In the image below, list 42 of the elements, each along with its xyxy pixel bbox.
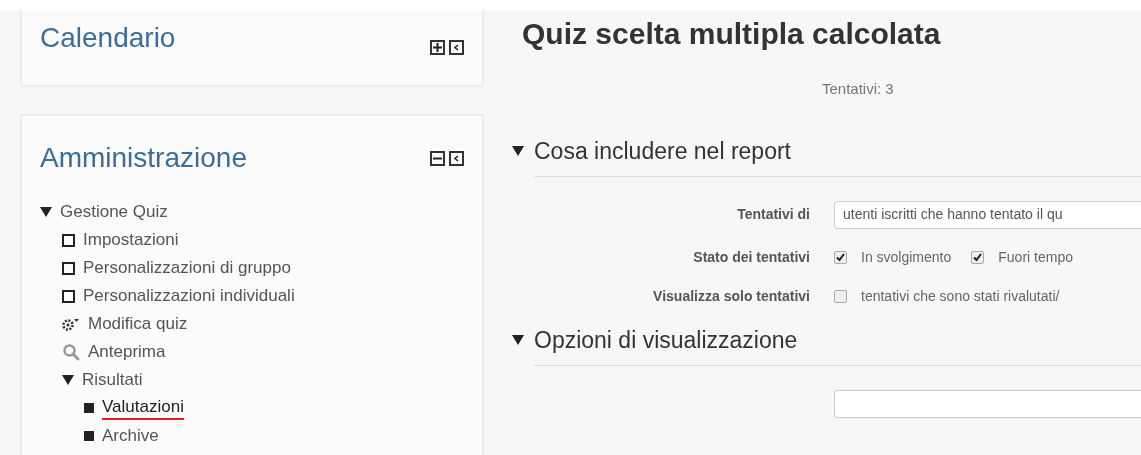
checkmark-icon	[973, 252, 983, 262]
field-label: Stato dei tentativi	[693, 247, 810, 267]
gear-icon	[62, 317, 80, 331]
page-title: Quiz scelta multipla calcolata	[522, 16, 942, 52]
collapse-button[interactable]	[430, 150, 445, 166]
expand-button[interactable]	[430, 40, 445, 55]
tree-item[interactable]: Modifica quiz	[88, 313, 188, 335]
checkbox-label: Fuori tempo	[998, 247, 1073, 267]
chevron-left-icon	[453, 44, 460, 51]
attempts-count: Tentativi: 3	[822, 79, 895, 99]
checkbox[interactable]	[834, 250, 847, 264]
tree-item[interactable]: Personalizzazioni di gruppo	[83, 257, 291, 279]
section-heading[interactable]: Cosa includere nel report	[534, 135, 791, 166]
bullet-icon	[84, 403, 94, 413]
dock-button[interactable]	[449, 150, 464, 166]
plus-icon	[433, 43, 442, 52]
square-icon	[62, 289, 75, 303]
select-field[interactable]	[834, 389, 1141, 418]
block-title: Calendario	[40, 21, 176, 55]
bullet-icon	[84, 431, 94, 441]
dock-button[interactable]	[449, 40, 464, 55]
block-title: Amministrazione	[40, 141, 247, 175]
chevron-left-icon	[453, 154, 460, 162]
tree-item[interactable]: Gestione Quiz	[60, 201, 168, 223]
tree-item[interactable]: Archive	[102, 425, 159, 447]
checkbox[interactable]	[834, 289, 847, 303]
field-label: Tentativi di	[737, 205, 810, 224]
checkbox-label: In svolgimento	[861, 247, 952, 267]
square-icon	[62, 261, 75, 275]
tree-item[interactable]: Valutazioni	[102, 396, 184, 420]
checkbox[interactable]	[971, 250, 985, 264]
section-heading[interactable]: Opzioni di visualizzazione	[534, 324, 798, 355]
tree-item[interactable]: Risultati	[82, 369, 143, 391]
square-icon	[62, 233, 75, 247]
search-icon	[62, 343, 80, 361]
checkmark-icon	[836, 252, 845, 262]
field-label: Visualizza solo tentativi	[653, 286, 810, 306]
checkbox-label: tentativi che sono stati rivalutati/	[861, 286, 1060, 306]
tree-item[interactable]: Personalizzazioni individuali	[83, 285, 295, 307]
tree-item[interactable]: Impostazioni	[83, 229, 179, 251]
select-field[interactable]: utenti iscritti che hanno tentato il qu	[834, 200, 1141, 229]
tree-item[interactable]: Anteprima	[88, 341, 166, 363]
